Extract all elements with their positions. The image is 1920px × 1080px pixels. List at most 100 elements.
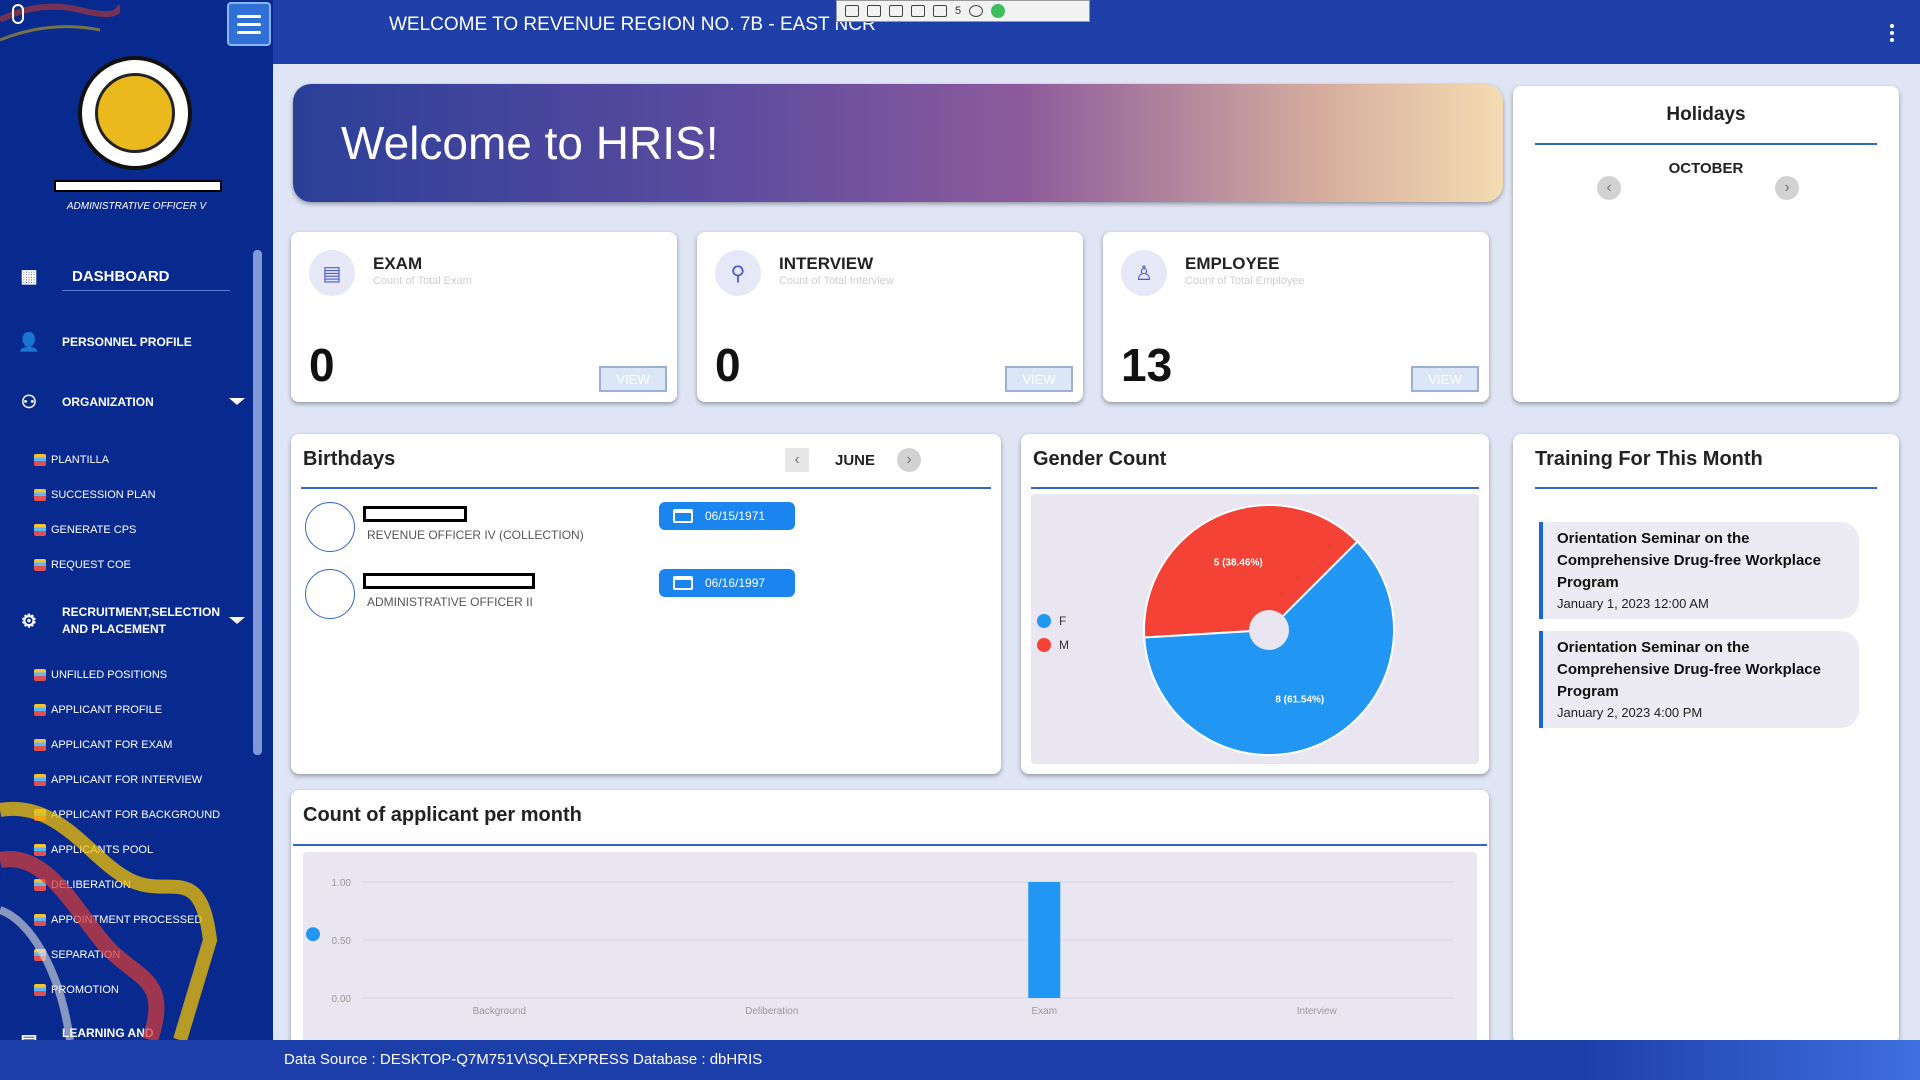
nav-recruitment[interactable]: ⚙ RECRUITMENT,SELECTION AND PLACEMENT bbox=[0, 600, 255, 642]
list-icon bbox=[34, 739, 46, 751]
legend-swatch[interactable] bbox=[306, 927, 320, 942]
check-icon[interactable] bbox=[991, 4, 1006, 18]
status-bar: Data Source : DESKTOP-Q7M751V\SQLEXPRESS… bbox=[0, 1040, 1920, 1080]
holidays-card: Holidays ‹ OCTOBER › bbox=[1513, 86, 1899, 402]
sidebar-sub-item-label: REQUEST COE bbox=[51, 559, 131, 571]
pointer-icon[interactable] bbox=[889, 5, 903, 17]
pie-slice-label: 8 (61.54%) bbox=[1275, 694, 1324, 705]
divider bbox=[1535, 487, 1877, 489]
org-chart-icon: ⚇ bbox=[20, 391, 38, 412]
hamburger-menu-button[interactable] bbox=[227, 2, 271, 46]
sidebar: ADMINISTRATIVE OFFICER V ▦ DASHBOARD 👤 P… bbox=[0, 0, 273, 1040]
chevron-right-icon[interactable]: › bbox=[1775, 176, 1799, 200]
chevron-down-icon[interactable] bbox=[229, 398, 245, 405]
x-tick-label: Interview bbox=[1297, 1006, 1338, 1017]
training-date: January 2, 2023 4:00 PM bbox=[1557, 705, 1703, 720]
main-content: Welcome to HRIS! ▤ EXAM Count of Total E… bbox=[273, 64, 1920, 1050]
employee-subtitle: Count of Total Employee bbox=[1185, 275, 1305, 287]
list-icon bbox=[34, 454, 46, 466]
list-icon bbox=[34, 559, 46, 571]
birthday-row: REVENUE OFFICER IV (COLLECTION) 06/15/19… bbox=[305, 502, 985, 554]
sidebar-sub-item-label: APPLICANT FOR INTERVIEW bbox=[51, 774, 203, 786]
sidebar-sub-item[interactable]: GENERATE CPS bbox=[34, 521, 136, 539]
interview-card: ⚲ INTERVIEW Count of Total Interview 0 V… bbox=[697, 232, 1083, 402]
search-person-icon: ⚲ bbox=[715, 250, 761, 296]
interview-count: 0 bbox=[715, 339, 741, 391]
employee-view-button[interactable]: VIEW bbox=[1411, 366, 1479, 392]
sidebar-sub-item[interactable]: UNFILLED POSITIONS bbox=[34, 666, 167, 684]
employee-count: 13 bbox=[1121, 339, 1173, 391]
birthday-date-badge: 06/16/1997 bbox=[659, 569, 795, 597]
y-tick-label: 0.00 bbox=[332, 994, 352, 1005]
gender-count-card: Gender Count F M 5 (38.46%) 8 (61.54%) bbox=[1021, 434, 1489, 774]
birthday-date: 06/16/1997 bbox=[705, 576, 766, 590]
nav-personnel-profile[interactable]: 👤 PERSONNEL PROFILE bbox=[0, 327, 255, 357]
nav-organization[interactable]: ⚇ ORGANIZATION bbox=[0, 387, 255, 417]
training-name: Orientation Seminar on the Comprehensive… bbox=[1557, 530, 1821, 591]
sidebar-sub-item[interactable]: SUCCESSION PLAN bbox=[34, 486, 156, 504]
interview-view-button[interactable]: VIEW bbox=[1005, 366, 1073, 392]
sidebar-sub-item[interactable]: APPLICANT PROFILE bbox=[34, 701, 162, 719]
monitor-icon[interactable] bbox=[933, 5, 947, 17]
sidebar-sub-item-label: PLANTILLA bbox=[51, 454, 110, 466]
cake-icon bbox=[673, 576, 693, 590]
legend-item[interactable]: M bbox=[1037, 638, 1069, 652]
accessibility-icon[interactable] bbox=[969, 5, 984, 17]
bar-exam[interactable] bbox=[1028, 882, 1061, 998]
person-icon: ♙ bbox=[1121, 250, 1167, 296]
user-role: ADMINISTRATIVE OFFICER V bbox=[66, 201, 207, 212]
sidebar-scrollbar[interactable] bbox=[253, 250, 262, 755]
dashboard-icon: ▦ bbox=[20, 265, 38, 286]
legend-item[interactable]: F bbox=[1037, 614, 1066, 628]
sidebar-sub-item[interactable]: APPLICANT FOR EXAM bbox=[34, 736, 172, 754]
y-tick-label: 0.50 bbox=[332, 936, 352, 947]
interview-subtitle: Count of Total Interview bbox=[779, 275, 894, 287]
legend-swatch bbox=[1037, 614, 1051, 628]
employee-position: REVENUE OFFICER IV (COLLECTION) bbox=[367, 528, 584, 542]
x-tick-label: Deliberation bbox=[745, 1006, 798, 1017]
birthdays-title: Birthdays bbox=[303, 448, 396, 470]
training-item[interactable]: Orientation Seminar on the Comprehensive… bbox=[1539, 631, 1859, 728]
window-icon[interactable] bbox=[911, 5, 925, 17]
chevron-down-icon[interactable] bbox=[229, 617, 245, 624]
chevron-left-icon[interactable]: ‹ bbox=[785, 448, 809, 472]
birthday-date-badge: 06/15/1971 bbox=[659, 502, 795, 530]
sidebar-sub-item[interactable]: REQUEST COE bbox=[34, 556, 131, 574]
training-card: Training For This Month Orientation Semi… bbox=[1513, 434, 1899, 1044]
more-options-icon[interactable] bbox=[1890, 24, 1894, 42]
sidebar-sub-item-label: SUCCESSION PLAN bbox=[51, 489, 156, 501]
data-source-text: Data Source : DESKTOP-Q7M751V\SQLEXPRESS bbox=[284, 1051, 629, 1068]
chevron-left-icon[interactable]: ‹ bbox=[1597, 176, 1621, 200]
video-icon[interactable] bbox=[867, 5, 881, 17]
sidebar-sub-item[interactable]: PLANTILLA bbox=[34, 451, 109, 469]
legend-swatch bbox=[1037, 638, 1051, 652]
status-bar-accent bbox=[1580, 1040, 1920, 1080]
divider bbox=[301, 487, 991, 489]
page-title: WELCOME TO REVENUE REGION NO. 7B - EAST … bbox=[389, 14, 876, 35]
training-name: Orientation Seminar on the Comprehensive… bbox=[1557, 639, 1821, 700]
sidebar-sub-item-label: APPLICANT FOR EXAM bbox=[51, 739, 173, 751]
nav-dashboard[interactable]: ▦ DASHBOARD bbox=[0, 258, 255, 294]
training-item[interactable]: Orientation Seminar on the Comprehensive… bbox=[1539, 522, 1859, 619]
employee-name-redacted bbox=[363, 506, 467, 522]
sidebar-sub-item[interactable]: APPLICANT FOR INTERVIEW bbox=[34, 771, 202, 789]
microphone-icon[interactable] bbox=[12, 4, 24, 24]
divider bbox=[62, 290, 230, 291]
capture-icon[interactable] bbox=[845, 5, 859, 17]
chevron-right-icon[interactable]: › bbox=[897, 448, 921, 472]
count-badge: 5 bbox=[955, 5, 962, 17]
divider bbox=[1031, 487, 1479, 489]
screen-toolbar: 5 bbox=[836, 0, 1090, 22]
bir-seal-logo bbox=[78, 56, 192, 170]
holidays-title: Holidays bbox=[1666, 104, 1746, 125]
pie-center-hole bbox=[1249, 610, 1289, 650]
nav-organization-label: ORGANIZATION bbox=[62, 395, 154, 409]
welcome-banner: Welcome to HRIS! bbox=[293, 84, 1503, 202]
training-date: January 1, 2023 12:00 AM bbox=[1557, 596, 1709, 611]
document-icon: ▤ bbox=[309, 250, 355, 296]
legend-label: M bbox=[1059, 638, 1069, 652]
exam-view-button[interactable]: VIEW bbox=[599, 366, 667, 392]
database-text: Database : dbHRIS bbox=[633, 1051, 763, 1068]
nav-recruitment-label: RECRUITMENT,SELECTION AND PLACEMENT bbox=[62, 605, 221, 636]
list-icon bbox=[34, 669, 46, 681]
